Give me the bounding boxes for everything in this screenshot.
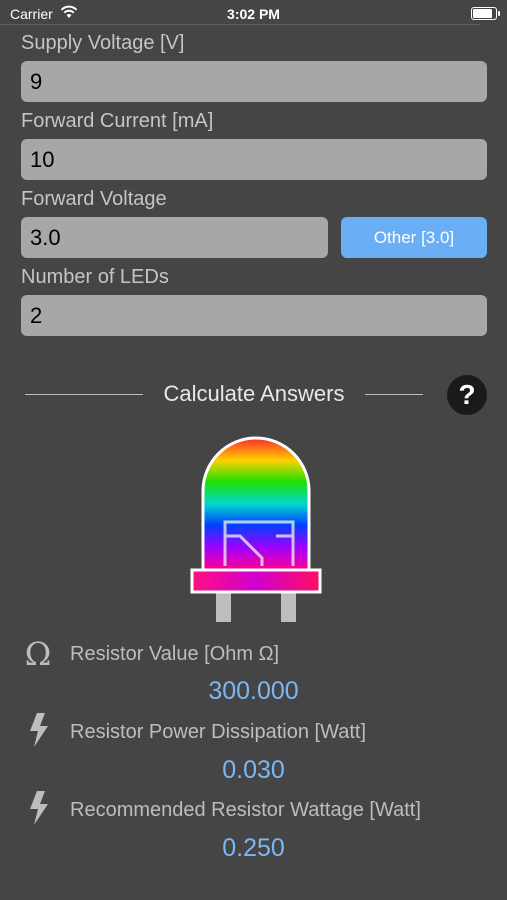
forward-current-input[interactable]: 10 xyxy=(21,139,487,180)
svg-text:Ω: Ω xyxy=(25,639,52,669)
omega-icon: Ω xyxy=(25,639,52,669)
forward-current-label: Forward Current [mA] xyxy=(21,110,214,132)
calculate-divider-right xyxy=(365,394,423,395)
recommended-wattage-result: 0.250 xyxy=(222,834,285,862)
supply-voltage-input[interactable]: 9 xyxy=(21,61,487,102)
resistor-value-label: Resistor Value [Ohm Ω] xyxy=(70,643,280,665)
led-illustration xyxy=(190,436,322,622)
battery-icon xyxy=(471,7,500,20)
calculate-divider-left xyxy=(25,394,143,395)
calculate-answers-button[interactable]: Calculate Answers xyxy=(145,381,363,407)
number-of-leds-label: Number of LEDs xyxy=(21,266,169,288)
top-divider xyxy=(0,24,480,25)
forward-voltage-preset-button[interactable]: Other [3.0] xyxy=(341,217,487,258)
resistor-value-result: 300.000 xyxy=(208,677,299,705)
status-bar: Carrier 3:02 PM xyxy=(0,0,507,26)
forward-voltage-input[interactable]: 3.0 xyxy=(21,217,328,258)
power-dissipation-label: Resistor Power Dissipation [Watt] xyxy=(70,721,367,743)
help-button[interactable]: ? xyxy=(447,375,487,415)
number-of-leds-input[interactable]: 2 xyxy=(21,295,487,336)
power-dissipation-result: 0.030 xyxy=(222,756,285,784)
recommended-wattage-label: Recommended Resistor Wattage [Watt] xyxy=(70,799,421,821)
lightning-icon xyxy=(30,713,48,747)
clock: 3:02 PM xyxy=(227,6,280,22)
forward-voltage-label: Forward Voltage xyxy=(21,188,167,210)
supply-voltage-label: Supply Voltage [V] xyxy=(21,32,185,54)
lightning-icon xyxy=(30,791,48,825)
